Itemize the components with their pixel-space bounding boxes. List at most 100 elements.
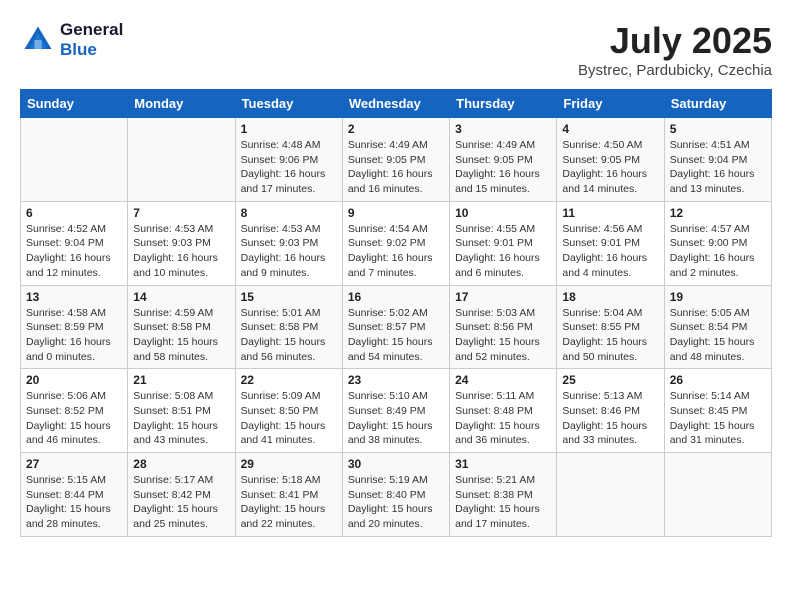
day-info: Sunrise: 4:53 AM Sunset: 9:03 PM Dayligh…: [133, 222, 229, 281]
day-number: 13: [26, 290, 122, 304]
day-info: Sunrise: 5:08 AM Sunset: 8:51 PM Dayligh…: [133, 389, 229, 448]
day-number: 24: [455, 373, 551, 387]
day-number: 15: [241, 290, 337, 304]
calendar-cell: 22 Sunrise: 5:09 AM Sunset: 8:50 PM Dayli…: [235, 369, 342, 453]
month-title: July 2025: [578, 20, 772, 62]
day-info: Sunrise: 4:57 AM Sunset: 9:00 PM Dayligh…: [670, 222, 766, 281]
calendar-cell: 18 Sunrise: 5:04 AM Sunset: 8:55 PM Dayli…: [557, 285, 664, 369]
day-number: 19: [670, 290, 766, 304]
day-info: Sunrise: 5:15 AM Sunset: 8:44 PM Dayligh…: [26, 473, 122, 532]
calendar-cell: 11 Sunrise: 4:56 AM Sunset: 9:01 PM Dayli…: [557, 201, 664, 285]
day-number: 12: [670, 206, 766, 220]
day-info: Sunrise: 5:06 AM Sunset: 8:52 PM Dayligh…: [26, 389, 122, 448]
day-number: 29: [241, 457, 337, 471]
calendar-cell: [664, 453, 771, 537]
day-info: Sunrise: 5:05 AM Sunset: 8:54 PM Dayligh…: [670, 306, 766, 365]
day-info: Sunrise: 4:48 AM Sunset: 9:06 PM Dayligh…: [241, 138, 337, 197]
day-info: Sunrise: 4:59 AM Sunset: 8:58 PM Dayligh…: [133, 306, 229, 365]
calendar-week-row: 6 Sunrise: 4:52 AM Sunset: 9:04 PM Daylig…: [21, 201, 772, 285]
day-info: Sunrise: 4:54 AM Sunset: 9:02 PM Dayligh…: [348, 222, 444, 281]
calendar-week-row: 20 Sunrise: 5:06 AM Sunset: 8:52 PM Dayli…: [21, 369, 772, 453]
day-number: 20: [26, 373, 122, 387]
weekday-header: Friday: [557, 90, 664, 118]
day-number: 2: [348, 122, 444, 136]
calendar-cell: 21 Sunrise: 5:08 AM Sunset: 8:51 PM Dayli…: [128, 369, 235, 453]
day-number: 7: [133, 206, 229, 220]
calendar-week-row: 13 Sunrise: 4:58 AM Sunset: 8:59 PM Dayli…: [21, 285, 772, 369]
calendar-cell: 17Sunrise: 5:03 AM Sunset: 8:56 PM Dayli…: [450, 285, 557, 369]
calendar-cell: 6 Sunrise: 4:52 AM Sunset: 9:04 PM Daylig…: [21, 201, 128, 285]
calendar-cell: [128, 118, 235, 202]
day-info: Sunrise: 5:21 AM Sunset: 8:38 PM Dayligh…: [455, 473, 551, 532]
calendar-cell: 26 Sunrise: 5:14 AM Sunset: 8:45 PM Dayli…: [664, 369, 771, 453]
day-info: Sunrise: 5:02 AM Sunset: 8:57 PM Dayligh…: [348, 306, 444, 365]
day-number: 3: [455, 122, 551, 136]
page-header: General Blue July 2025 Bystrec, Pardubic…: [20, 20, 772, 79]
day-number: 22: [241, 373, 337, 387]
calendar-cell: 31Sunrise: 5:21 AM Sunset: 8:38 PM Dayli…: [450, 453, 557, 537]
day-info: Sunrise: 4:56 AM Sunset: 9:01 PM Dayligh…: [562, 222, 658, 281]
day-info: Sunrise: 4:50 AM Sunset: 9:05 PM Dayligh…: [562, 138, 658, 197]
day-info: Sunrise: 5:14 AM Sunset: 8:45 PM Dayligh…: [670, 389, 766, 448]
day-number: 28: [133, 457, 229, 471]
calendar-cell: 20 Sunrise: 5:06 AM Sunset: 8:52 PM Dayli…: [21, 369, 128, 453]
day-number: 11: [562, 206, 658, 220]
day-number: 1: [241, 122, 337, 136]
day-info: Sunrise: 4:52 AM Sunset: 9:04 PM Dayligh…: [26, 222, 122, 281]
day-number: 26: [670, 373, 766, 387]
calendar-cell: 30Sunrise: 5:19 AM Sunset: 8:40 PM Dayli…: [342, 453, 449, 537]
day-info: Sunrise: 4:58 AM Sunset: 8:59 PM Dayligh…: [26, 306, 122, 365]
weekday-header: Wednesday: [342, 90, 449, 118]
day-number: 8: [241, 206, 337, 220]
calendar-cell: [557, 453, 664, 537]
calendar-cell: 15 Sunrise: 5:01 AM Sunset: 8:58 PM Dayli…: [235, 285, 342, 369]
calendar-cell: 13 Sunrise: 4:58 AM Sunset: 8:59 PM Dayli…: [21, 285, 128, 369]
title-block: July 2025 Bystrec, Pardubicky, Czechia: [578, 20, 772, 79]
logo: General Blue: [20, 20, 123, 60]
calendar-cell: 29 Sunrise: 5:18 AM Sunset: 8:41 PM Dayli…: [235, 453, 342, 537]
day-number: 21: [133, 373, 229, 387]
calendar-cell: [21, 118, 128, 202]
calendar-cell: 2Sunrise: 4:49 AM Sunset: 9:05 PM Daylig…: [342, 118, 449, 202]
calendar-cell: 28 Sunrise: 5:17 AM Sunset: 8:42 PM Dayli…: [128, 453, 235, 537]
weekday-header: Thursday: [450, 90, 557, 118]
day-number: 30: [348, 457, 444, 471]
calendar-cell: 10Sunrise: 4:55 AM Sunset: 9:01 PM Dayli…: [450, 201, 557, 285]
day-number: 18: [562, 290, 658, 304]
calendar-cell: 3 Sunrise: 4:49 AM Sunset: 9:05 PM Daylig…: [450, 118, 557, 202]
calendar-cell: 23Sunrise: 5:10 AM Sunset: 8:49 PM Dayli…: [342, 369, 449, 453]
day-info: Sunrise: 4:49 AM Sunset: 9:05 PM Dayligh…: [455, 138, 551, 197]
weekday-header: Saturday: [664, 90, 771, 118]
day-number: 27: [26, 457, 122, 471]
calendar-cell: 27 Sunrise: 5:15 AM Sunset: 8:44 PM Dayli…: [21, 453, 128, 537]
day-info: Sunrise: 5:18 AM Sunset: 8:41 PM Dayligh…: [241, 473, 337, 532]
calendar-cell: 1 Sunrise: 4:48 AM Sunset: 9:06 PM Daylig…: [235, 118, 342, 202]
day-info: Sunrise: 5:03 AM Sunset: 8:56 PM Dayligh…: [455, 306, 551, 365]
day-info: Sunrise: 5:09 AM Sunset: 8:50 PM Dayligh…: [241, 389, 337, 448]
day-info: Sunrise: 4:53 AM Sunset: 9:03 PM Dayligh…: [241, 222, 337, 281]
calendar-cell: 19 Sunrise: 5:05 AM Sunset: 8:54 PM Dayli…: [664, 285, 771, 369]
day-number: 10: [455, 206, 551, 220]
day-info: Sunrise: 5:17 AM Sunset: 8:42 PM Dayligh…: [133, 473, 229, 532]
weekday-header: Sunday: [21, 90, 128, 118]
calendar-cell: 8 Sunrise: 4:53 AM Sunset: 9:03 PM Daylig…: [235, 201, 342, 285]
day-number: 16: [348, 290, 444, 304]
logo-icon: [20, 22, 56, 58]
day-number: 23: [348, 373, 444, 387]
logo-text: General Blue: [60, 20, 123, 60]
day-number: 25: [562, 373, 658, 387]
location-title: Bystrec, Pardubicky, Czechia: [578, 62, 772, 79]
day-number: 6: [26, 206, 122, 220]
calendar-cell: 4Sunrise: 4:50 AM Sunset: 9:05 PM Daylig…: [557, 118, 664, 202]
calendar-cell: 7 Sunrise: 4:53 AM Sunset: 9:03 PM Daylig…: [128, 201, 235, 285]
calendar-cell: 9Sunrise: 4:54 AM Sunset: 9:02 PM Daylig…: [342, 201, 449, 285]
day-info: Sunrise: 5:13 AM Sunset: 8:46 PM Dayligh…: [562, 389, 658, 448]
day-info: Sunrise: 5:04 AM Sunset: 8:55 PM Dayligh…: [562, 306, 658, 365]
day-info: Sunrise: 5:11 AM Sunset: 8:48 PM Dayligh…: [455, 389, 551, 448]
day-info: Sunrise: 4:51 AM Sunset: 9:04 PM Dayligh…: [670, 138, 766, 197]
calendar-week-row: 1 Sunrise: 4:48 AM Sunset: 9:06 PM Daylig…: [21, 118, 772, 202]
day-info: Sunrise: 5:01 AM Sunset: 8:58 PM Dayligh…: [241, 306, 337, 365]
calendar-cell: 24 Sunrise: 5:11 AM Sunset: 8:48 PM Dayli…: [450, 369, 557, 453]
weekday-header: Monday: [128, 90, 235, 118]
day-number: 14: [133, 290, 229, 304]
